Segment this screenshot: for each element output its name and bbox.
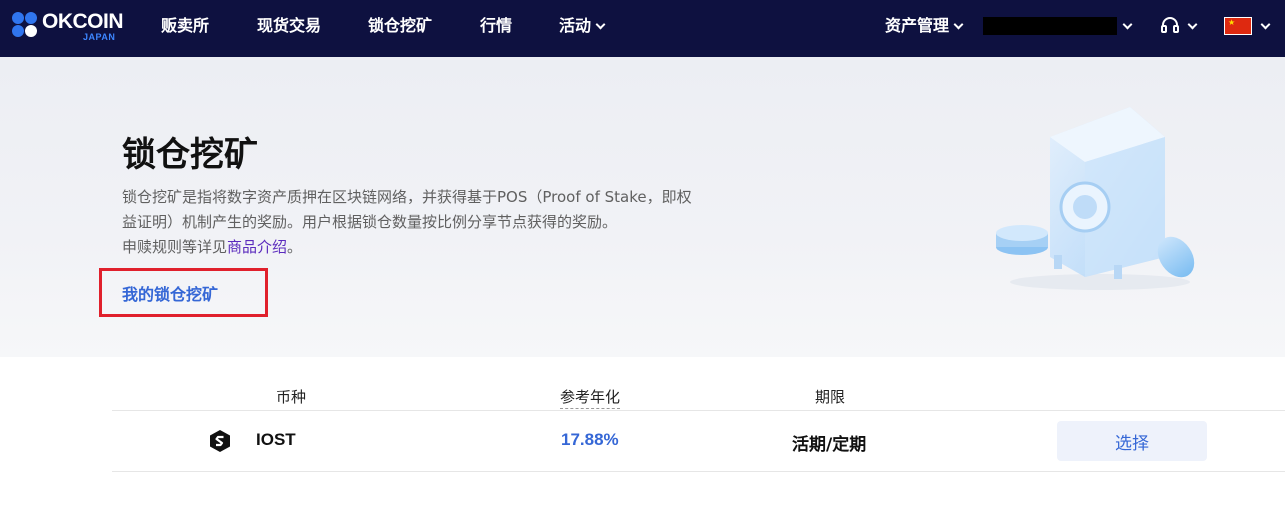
select-button[interactable]: 选择	[1057, 421, 1207, 461]
language-menu-toggle[interactable]	[1256, 0, 1271, 57]
iost-coin-icon	[210, 430, 230, 452]
column-header-term: 期限	[815, 388, 846, 406]
page-title: 锁仓挖矿	[122, 135, 258, 175]
nav-item-spot-trading[interactable]: 现货交易	[257, 0, 321, 57]
logo-dots-icon	[12, 12, 42, 42]
nav-item-events-label: 活动	[559, 16, 592, 35]
account-name-redacted[interactable]	[983, 17, 1117, 35]
chevron-down-icon	[595, 19, 606, 30]
coin-term: 活期/定期	[792, 435, 867, 455]
chevron-down-icon	[953, 19, 964, 30]
coin-apy: 17.88%	[561, 430, 619, 449]
top-navbar: OKCOIN JAPAN 贩卖所 现货交易 锁仓挖矿 行情 活动 资产管理 ★	[0, 0, 1285, 57]
column-header-coin: 币种	[276, 388, 307, 406]
support-menu-toggle[interactable]	[1183, 0, 1198, 57]
nav-item-exchange-shop[interactable]: 贩卖所	[161, 0, 209, 57]
my-staking-link[interactable]: 我的锁仓挖矿	[122, 281, 218, 305]
logo-subtext: JAPAN	[83, 32, 116, 42]
description-line-3: 申赎规则等详见商品介绍。	[122, 238, 303, 256]
column-header-apy[interactable]: 参考年化	[560, 386, 621, 409]
nav-item-events[interactable]: 活动	[559, 0, 606, 57]
coin-name: IOST	[256, 430, 296, 449]
chevron-down-icon	[1260, 19, 1271, 30]
asset-management-label: 资产管理	[885, 16, 950, 35]
logo-wordmark: OKCOIN	[42, 10, 124, 33]
chevron-down-icon	[1122, 19, 1133, 30]
product-intro-link[interactable]: 商品介绍	[227, 238, 287, 256]
description-line-2: 益证明）机制产生的奖励。用户根据锁仓数量按比例分享节点获得的奖励。	[122, 213, 618, 231]
okcoin-logo[interactable]: OKCOIN JAPAN	[12, 10, 132, 46]
description-line-1: 锁仓挖矿是指将数字资产质押在区块链网络，并获得基于POS（Proof of St…	[122, 188, 692, 206]
hero-banner: 锁仓挖矿 锁仓挖矿是指将数字资产质押在区块链网络，并获得基于POS（Proof …	[0, 57, 1285, 357]
headset-icon[interactable]	[1160, 16, 1180, 36]
nav-item-staking[interactable]: 锁仓挖矿	[368, 0, 432, 57]
china-flag-icon[interactable]: ★	[1224, 17, 1252, 35]
account-menu-toggle[interactable]	[1118, 0, 1133, 57]
chevron-down-icon	[1187, 19, 1198, 30]
nav-item-markets[interactable]: 行情	[480, 0, 512, 57]
staking-description: 锁仓挖矿是指将数字资产质押在区块链网络，并获得基于POS（Proof of St…	[122, 185, 732, 260]
nav-item-asset-management[interactable]: 资产管理	[885, 0, 964, 57]
safe-illustration-icon	[996, 107, 1195, 290]
